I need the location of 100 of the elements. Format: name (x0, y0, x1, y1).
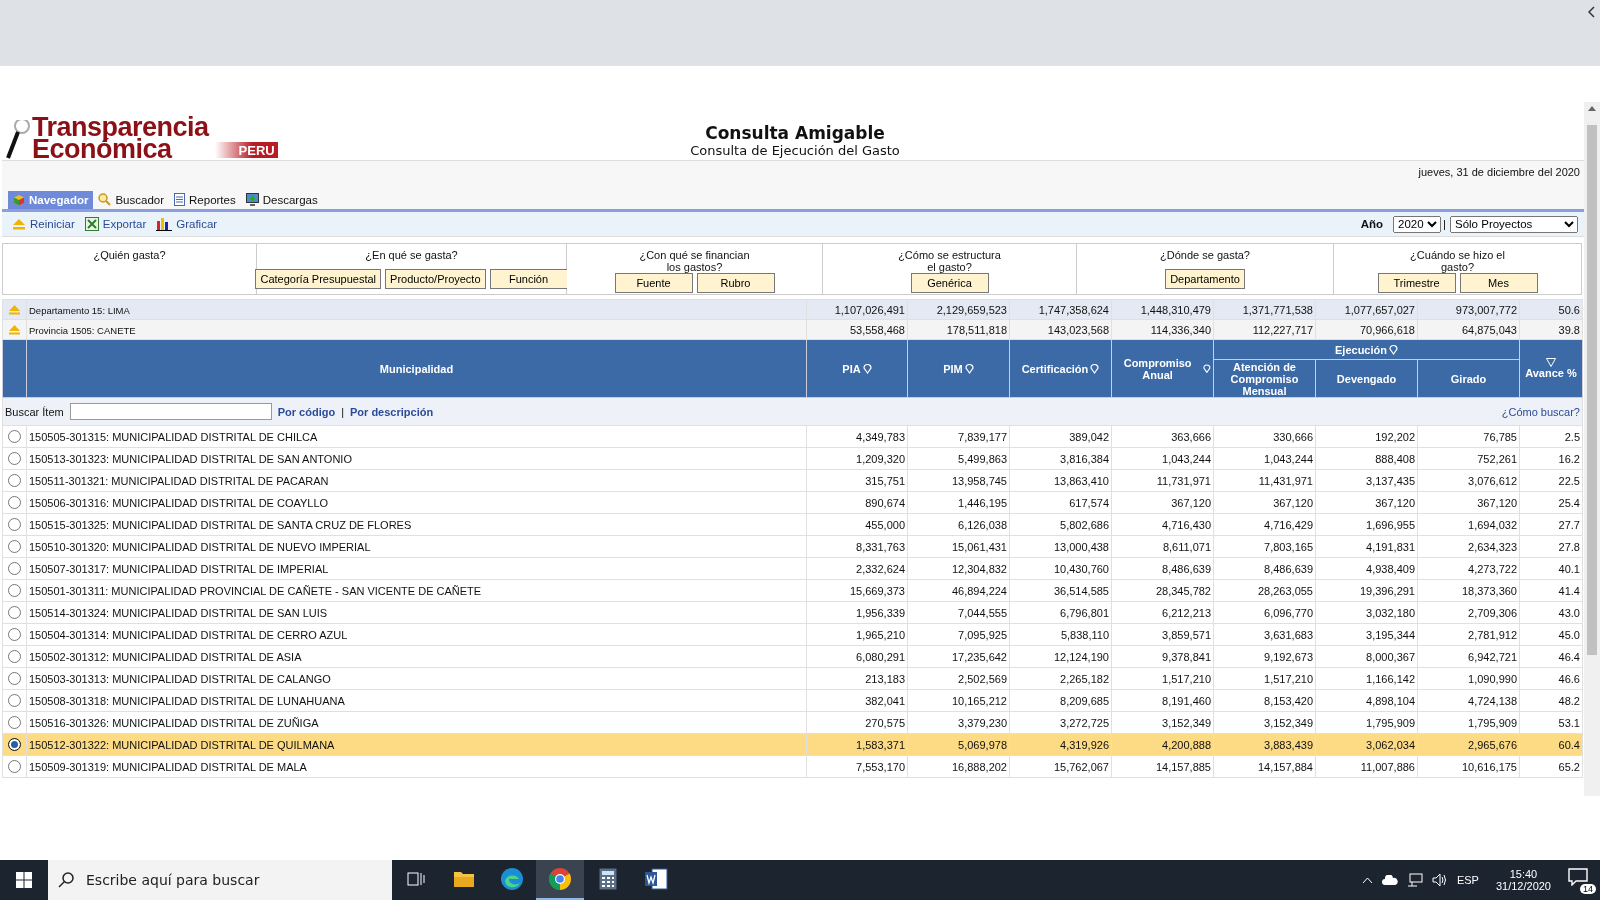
radio-button[interactable] (8, 628, 21, 641)
toolbar-link[interactable]: Exportar (84, 217, 147, 231)
table-cell: 617,574 (1009, 491, 1112, 514)
dimension-button[interactable]: Rubro (696, 273, 775, 293)
radio-button[interactable] (8, 474, 21, 487)
speaker-icon[interactable] (1431, 873, 1448, 887)
clock-time[interactable]: 15:40 (1509, 868, 1538, 880)
table-cell: 2.5 (1519, 425, 1583, 448)
tab[interactable]: Buscador (93, 190, 170, 209)
table-cell: 2,965,676 (1417, 733, 1520, 756)
dimension-button[interactable]: Función (489, 269, 568, 289)
radio-button[interactable] (8, 452, 21, 465)
clock-date[interactable]: 31/12/2020 (1495, 880, 1551, 892)
radio-button[interactable] (8, 584, 21, 597)
table-row[interactable]: 150508-301318: MUNICIPALIDAD DISTRITAL DE LUNAHUANA 382,041 10,165,212 8,209,685 8,191,460 8,153,420 4,898,104 4,724,138 48.2 (2, 689, 1583, 712)
taskbar-search-field[interactable]: Escribe aquí para buscar (48, 860, 392, 900)
table-row[interactable]: 150512-301322: MUNICIPALIDAD DISTRITAL DE QUILMANA 1,583,371 5,069,978 4,319,926 4,200,888 3,883,439 3,062,034 2,965,676 60.4 (2, 733, 1583, 756)
dimension-button[interactable]: Mes (1459, 273, 1538, 293)
table-row[interactable]: 150516-301326: MUNICIPALIDAD DISTRITAL DE ZUÑIGA 270,575 3,379,230 3,272,725 3,152,349 3,152,349 1,795,909 1,795,909 53.1 (2, 711, 1583, 734)
chevron-up-icon[interactable] (1361, 876, 1373, 884)
table-row[interactable]: 150504-301314: MUNICIPALIDAD DISTRITAL DE CERRO AZUL 1,965,210 7,095,925 5,838,110 3,859,571 3,631,683 3,195,344 2,781,912 45.0 (2, 623, 1583, 646)
radio-button[interactable] (8, 430, 21, 443)
year-select[interactable]: 2020 (1393, 215, 1441, 233)
table-row[interactable]: 150505-301315: MUNICIPALIDAD DISTRITAL DE CHILCA 4,349,783 7,839,177 389,042 363,666 330,666 192,202 76,785 2.5 (2, 425, 1583, 448)
table-cell: 14,157,885 (1111, 755, 1214, 778)
radio-button[interactable] (8, 540, 21, 553)
scrollbar[interactable] (1584, 102, 1600, 796)
table-cell: 36,514,585 (1009, 579, 1112, 602)
table-cell: 455,000 (806, 513, 908, 536)
table-cell: 4,273,722 (1417, 557, 1520, 580)
search-field[interactable] (69, 403, 272, 420)
column-header: Municipalidad (379, 362, 454, 375)
tab[interactable]: Reportes (169, 190, 241, 209)
table-cell: 7,095,925 (907, 623, 1010, 646)
notification-icon[interactable] (1568, 868, 1588, 886)
table-cell: 4,191,831 (1315, 535, 1418, 558)
toolbar-link[interactable]: Graficar (156, 217, 218, 231)
help-link[interactable]: ¿Cómo buscar? (1501, 405, 1580, 418)
table-cell: 143,023,568 (1009, 319, 1112, 340)
table-cell: 1,090,990 (1417, 667, 1520, 690)
taskbar-app-button[interactable] (536, 860, 584, 900)
table-cell: 973,007,772 (1417, 299, 1520, 320)
dimension-button[interactable]: Fuente (614, 273, 693, 293)
taskbar-search-field[interactable]: Escribe aquí para buscar (84, 871, 392, 889)
radio-button[interactable] (8, 716, 21, 729)
scroll-up-icon (1588, 106, 1596, 111)
search-by-description-link[interactable]: Por descripción (350, 405, 434, 418)
table-row[interactable]: 150501-301311: MUNICIPALIDAD PROVINCIAL DE CAÑETE - SAN VICENTE DE CAÑETE 15,669,373 46,894,224 36,514,585 28,345,782 28,263,055 19,396,291 18,373,360 41.4 (2, 579, 1583, 602)
radio-button[interactable] (8, 562, 21, 575)
table-cell: 1,747,358,624 (1009, 299, 1112, 320)
table-cell: 3,379,230 (907, 711, 1010, 734)
table-row[interactable]: 150510-301320: MUNICIPALIDAD DISTRITAL DE NUEVO IMPERIAL 8,331,763 15,061,431 13,000,438 8,611,071 7,803,165 4,191,831 2,634,323 27.8 (2, 535, 1583, 558)
table-row[interactable]: 150514-301324: MUNICIPALIDAD DISTRITAL DE SAN LUIS 1,956,339 7,044,555 6,796,801 6,212,213 6,096,770 3,032,180 2,709,306 43.0 (2, 601, 1583, 624)
dimension-button[interactable]: Producto/Proyecto (385, 269, 486, 289)
table-row[interactable]: 150506-301316: MUNICIPALIDAD DISTRITAL DE COAYLLO 890,674 1,446,195 617,574 367,120 367,120 367,120 367,120 25.4 (2, 491, 1583, 514)
project-filter-select[interactable]: Sólo Proyectos (1450, 215, 1578, 233)
table-cell: 40.1 (1519, 557, 1583, 580)
table-cell: 4,898,104 (1315, 689, 1418, 712)
table-cell: 3,152,349 (1213, 711, 1316, 734)
table-cell: 8,331,763 (806, 535, 908, 558)
dimension-button[interactable]: Genérica (910, 273, 989, 293)
table-row[interactable]: 150507-301317: MUNICIPALIDAD DISTRITAL DE IMPERIAL 2,332,624 12,304,832 10,430,760 8,486,639 8,486,639 4,938,409 4,273,722 40.1 (2, 557, 1583, 580)
search-by-code-link[interactable]: Por código (277, 405, 336, 418)
table-cell: 150515-301325: MUNICIPALIDAD DISTRITAL DE SANTA CRUZ DE FLORES (26, 513, 807, 536)
radio-button[interactable] (8, 518, 21, 531)
table-row[interactable]: 150509-301319: MUNICIPALIDAD DISTRITAL DE MALA 7,553,170 16,888,202 15,762,067 14,157,885 14,157,884 11,007,886 10,616,175 65.2 (2, 755, 1583, 778)
radio-button[interactable] (8, 496, 21, 509)
dimension-button[interactable]: Trimestre (1377, 273, 1456, 293)
table-cell: 9,378,841 (1111, 645, 1214, 668)
table-cell: 8,486,639 (1111, 557, 1214, 580)
radio-button[interactable] (8, 760, 21, 773)
dimension-button[interactable]: Departamento (1165, 269, 1245, 289)
toolbar-link[interactable]: Reiniciar (12, 218, 75, 230)
table-cell: 4,349,783 (806, 425, 908, 448)
table-cell: 8,611,071 (1111, 535, 1214, 558)
radio-button[interactable] (8, 694, 21, 707)
table-cell: 2,709,306 (1417, 601, 1520, 624)
radio-button[interactable] (8, 738, 21, 751)
table-cell: 330,666 (1213, 425, 1316, 448)
table-cell: 27.7 (1519, 513, 1583, 536)
radio-button[interactable] (8, 672, 21, 685)
table-cell: 39.8 (1519, 319, 1583, 340)
radio-button[interactable] (8, 606, 21, 619)
language-indicator[interactable]: ESP (1456, 874, 1479, 886)
question-label: ¿Con qué se financian los gastos? (638, 249, 751, 273)
page-title: Consulta Amigable (705, 123, 885, 143)
network-icon[interactable] (1406, 873, 1423, 887)
summary-label: Departamento 15: LIMA (29, 304, 130, 316)
cloud-icon[interactable] (1381, 875, 1398, 885)
table-row[interactable]: 150513-301323: MUNICIPALIDAD DISTRITAL DE SAN ANTONIO 1,209,320 5,499,863 3,816,384 1,043,244 1,043,244 888,408 752,261 16.2 (2, 447, 1583, 470)
dimension-button[interactable]: Categoría Presupuestal (255, 269, 382, 289)
radio-button[interactable] (8, 650, 21, 663)
table-cell: 1,043,244 (1213, 447, 1316, 470)
table-row[interactable]: 150515-301325: MUNICIPALIDAD DISTRITAL DE SANTA CRUZ DE FLORES 455,000 6,126,038 5,802,686 4,716,430 4,716,429 1,696,955 1,694,032 27.7 (2, 513, 1583, 536)
windows-logo-icon[interactable] (16, 872, 32, 888)
table-row[interactable]: 150502-301312: MUNICIPALIDAD DISTRITAL DE ASIA 6,080,291 17,235,642 12,124,190 9,378,841 9,192,673 8,000,367 6,942,721 46.4 (2, 645, 1583, 668)
question-label: ¿Quién gasta? (93, 249, 166, 261)
table-row[interactable]: 150503-301313: MUNICIPALIDAD DISTRITAL DE CALANGO 213,183 2,502,569 2,265,182 1,517,210 1,517,210 1,166,142 1,090,990 46.6 (2, 667, 1583, 690)
table-row[interactable]: 150511-301321: MUNICIPALIDAD DISTRITAL DE PACARAN 315,751 13,958,745 13,863,410 11,731,971 11,431,971 3,137,435 3,076,612 22.5 (2, 469, 1583, 492)
tab[interactable]: Descargas (240, 190, 323, 209)
